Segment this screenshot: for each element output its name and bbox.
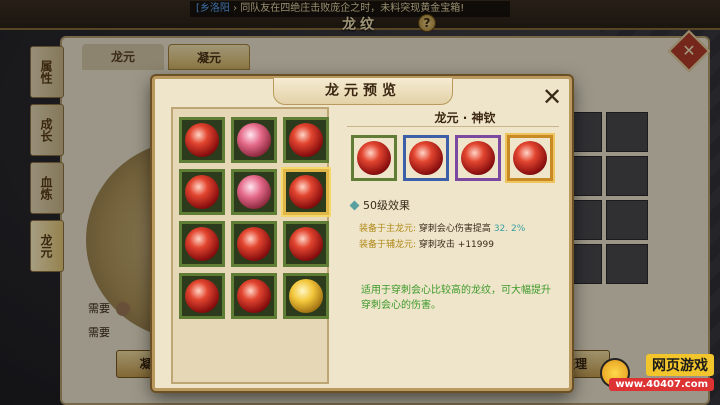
logo-text-bottom: www.40407.com <box>609 378 714 391</box>
skill-orb-icon <box>185 279 219 313</box>
skill-orb-icon <box>237 123 271 157</box>
quality-slot-blue[interactable] <box>403 135 449 181</box>
effect-number: 32. 2% <box>493 224 526 234</box>
skill-slot[interactable] <box>283 273 329 319</box>
skill-orb-icon <box>461 141 495 175</box>
skill-slot[interactable] <box>283 221 329 267</box>
quality-slot-green[interactable] <box>351 135 397 181</box>
effect-value: 穿刺攻击 +11999 <box>418 240 494 250</box>
skill-slot[interactable] <box>179 117 225 163</box>
skill-orb-icon <box>237 175 271 209</box>
skill-orb-icon <box>289 123 323 157</box>
skill-orb-icon <box>513 141 547 175</box>
skill-orb-icon <box>185 123 219 157</box>
skill-orb-icon <box>237 227 271 261</box>
skill-slot[interactable] <box>231 117 277 163</box>
preview-modal: 龙元预览 ✕ 龙元 · 神钦 50级效果 装备于主龙元: 穿刺会心伤害提高 32… <box>152 76 572 391</box>
skill-slot[interactable] <box>231 221 277 267</box>
effect-heading: 50级效果 <box>349 197 410 213</box>
skill-orb-icon <box>185 175 219 209</box>
skill-slot[interactable] <box>283 169 329 215</box>
effect-title: 50级效果 <box>363 199 410 212</box>
skill-orb-icon <box>289 227 323 261</box>
skill-orb-icon <box>237 279 271 313</box>
effect-row: 装备于主龙元: 穿刺会心伤害提高 32. 2% <box>359 221 525 234</box>
skill-slot[interactable] <box>179 169 225 215</box>
effect-row: 装备于辅龙元: 穿刺攻击 +11999 <box>359 237 494 250</box>
modal-title: 龙元预览 <box>273 77 453 105</box>
skill-orb-icon <box>357 141 391 175</box>
quality-slot-purple[interactable] <box>455 135 501 181</box>
effect-description: 适用于穿刺会心比较高的龙纹，可大幅提升穿刺会心的伤害。 <box>361 285 551 311</box>
skill-orb-icon <box>409 141 443 175</box>
diamond-bullet-icon <box>349 200 360 211</box>
quality-slot-orange[interactable] <box>507 135 553 181</box>
skill-orb-icon <box>185 227 219 261</box>
modal-close-button[interactable]: ✕ <box>539 85 565 111</box>
skill-slot[interactable] <box>231 169 277 215</box>
skill-slot[interactable] <box>283 117 329 163</box>
skill-slot[interactable] <box>179 273 225 319</box>
effect-value: 穿刺会心伤害提高 <box>418 224 491 234</box>
detail-name: 龙元 · 神钦 <box>434 111 496 125</box>
skill-slot[interactable] <box>231 273 277 319</box>
effect-key: 装备于主龙元: <box>359 224 417 234</box>
site-logo: 网页游戏 www.40407.com <box>598 348 716 400</box>
skill-orb-icon <box>289 279 323 313</box>
skill-slot[interactable] <box>179 221 225 267</box>
logo-text-top: 网页游戏 <box>646 354 714 376</box>
divider <box>347 126 559 127</box>
skill-orb-icon <box>289 175 323 209</box>
effect-key: 装备于辅龙元: <box>359 240 417 250</box>
